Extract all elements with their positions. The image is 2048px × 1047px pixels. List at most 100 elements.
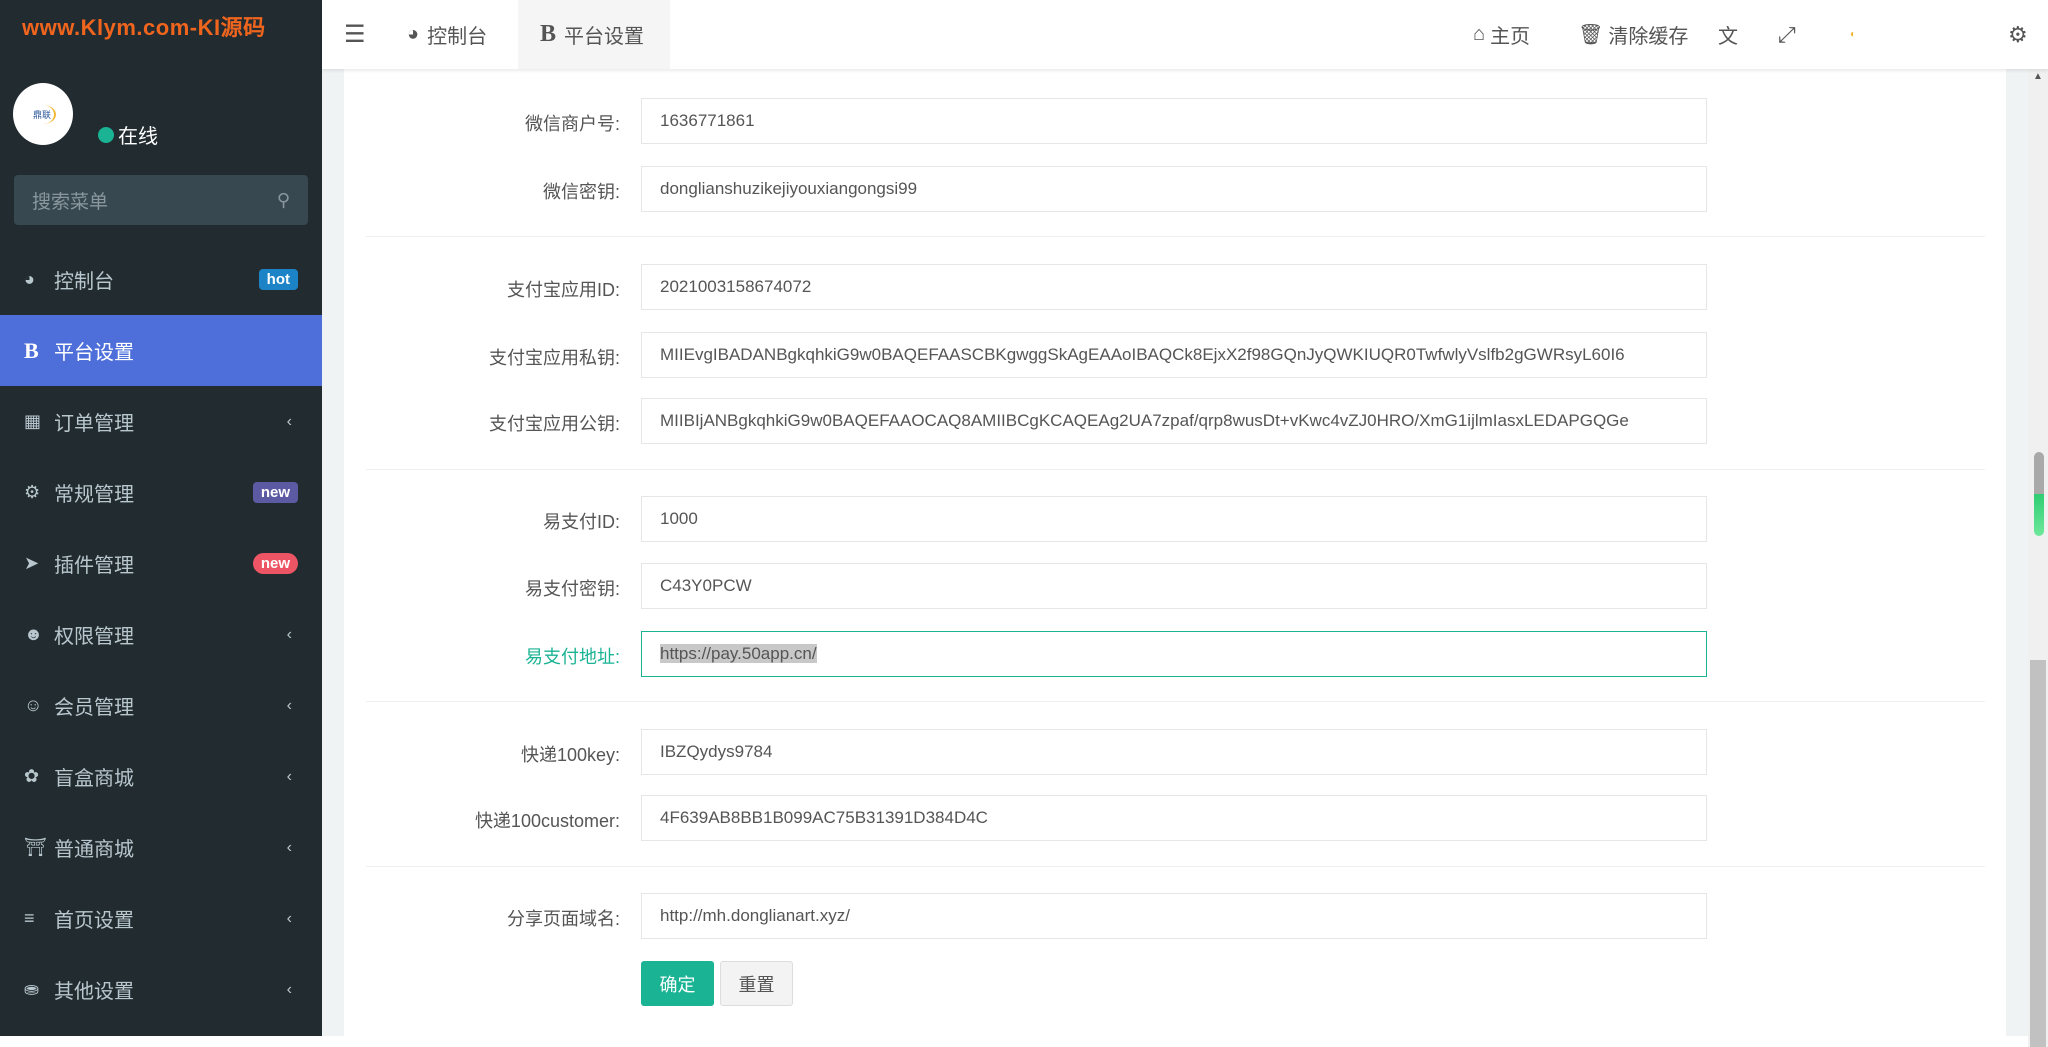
sidebar-item-label: 平台设置 <box>54 342 134 364</box>
sidebar-item-label: 权限管理 <box>54 626 134 648</box>
field-label: 易支付ID: <box>542 512 620 532</box>
field-label: 易支付地址: <box>524 647 620 667</box>
field-label: 快递100customer: <box>474 811 620 831</box>
avatar[interactable]: 鼎联 <box>13 83 73 145</box>
calculator-icon: ▦ <box>24 411 42 431</box>
home-icon: ⌂ <box>1473 23 1486 45</box>
field-input[interactable]: C43Y0PCW <box>641 563 1707 609</box>
field-value: 1636771861 <box>660 111 755 130</box>
bold-b-icon: B <box>24 337 39 363</box>
user-circle-icon: ☺ <box>24 695 43 715</box>
settings-form: 微信商户号: 1636771861 微信密钥: donglianshuzikejiy… <box>344 69 2006 1036</box>
home-link[interactable]: ⌂ 主页 <box>1473 0 1530 69</box>
chevron-left-icon: ‹ <box>286 909 292 927</box>
tab-label: 控制台 <box>427 26 488 48</box>
sidebar-item-blindbox-mall[interactable]: ✿ 盲盒商城 ‹ <box>0 741 322 812</box>
sidebar-item-platform-settings[interactable]: B 平台设置 <box>0 315 322 386</box>
form-row: 支付宝应用ID: 2021003158674072 <box>344 264 2006 310</box>
chevron-left-icon: ‹ <box>286 412 292 430</box>
field-label: 快递100key: <box>520 745 620 765</box>
online-status: 在线 <box>98 120 158 149</box>
settings-gears-icon[interactable]: ⚙ <box>2008 0 2028 69</box>
status-text: 在线 <box>118 126 158 148</box>
reset-button[interactable]: 重置 <box>720 961 793 1006</box>
list-icon: ≡ <box>24 908 35 928</box>
sidebar-item-dashboard[interactable]: ◕ 控制台 hot <box>0 244 322 315</box>
section-divider <box>366 866 1985 867</box>
field-value: http://mh.donglianart.xyz/ <box>660 906 850 925</box>
field-input[interactable]: 1000 <box>641 496 1707 542</box>
form-row: 微信商户号: 1636771861 <box>344 98 2006 144</box>
section-divider <box>366 236 1985 237</box>
field-input[interactable]: 4F639AB8BB1B099AC75B31391D384D4C <box>641 795 1707 841</box>
form-row: 支付宝应用私钥: MIIEvgIBADANBgkqhkiG9w0BAQEFAASC… <box>344 332 2006 378</box>
sidebar-menu: ◕ 控制台 hot B 平台设置 ▦ 订单管理 ‹ ⚙ 常规管理 new ➤ 插件管理 new ☻… <box>0 244 322 1025</box>
top-header: ☰ ◕ 控制台 B 平台设置 ⌂ 主页 🗑 清除缓存 文 ⤢ ◐ ⚙ <box>322 0 2048 69</box>
tab-platform-settings[interactable]: B 平台设置 <box>518 0 670 69</box>
field-label: 分享页面域名: <box>506 909 620 929</box>
field-value: 4F639AB8BB1B099AC75B31391D384D4C <box>660 808 988 827</box>
user-avatar-icon[interactable]: ◐ <box>1850 0 1856 69</box>
sidebar-item-normal-mall[interactable]: ⛩ 普通商城 ‹ <box>0 812 322 883</box>
sidebar-item-label: 常规管理 <box>54 484 134 506</box>
form-row: 易支付ID: 1000 <box>344 496 2006 542</box>
hamburger-menu-icon[interactable]: ☰ <box>344 20 366 49</box>
chevron-left-icon: ‹ <box>286 838 292 856</box>
new-badge: new <box>252 553 298 574</box>
users-icon: ☻ <box>24 624 43 644</box>
form-row: 易支付地址: https://pay.50app.cn/ <box>344 631 2006 677</box>
translate-icon[interactable]: 文 <box>1718 0 1738 69</box>
field-input[interactable]: MIIBIjANBgkqhkiG9w0BAQEFAAOCAQ8AMIIBCgKC… <box>641 398 1707 444</box>
floating-widget-icon[interactable] <box>2034 452 2044 536</box>
field-value: C43Y0PCW <box>660 576 752 595</box>
chevron-left-icon: ‹ <box>286 767 292 785</box>
form-row: 易支付密钥: C43Y0PCW <box>344 563 2006 609</box>
bank-icon: ⛩ <box>24 837 47 857</box>
scrollbar-thumb[interactable] <box>2030 660 2046 1047</box>
fullscreen-icon[interactable]: ⤢ <box>1778 0 1796 69</box>
menu-search-input[interactable]: 搜索菜单 ⚲ <box>14 175 308 225</box>
search-icon[interactable]: ⚲ <box>277 190 290 211</box>
form-row: 分享页面域名: http://mh.donglianart.xyz/ <box>344 893 2006 939</box>
watermark: www.Klym.com-KI源码 <box>22 15 266 40</box>
field-label: 支付宝应用ID: <box>506 280 620 300</box>
field-input[interactable]: http://mh.donglianart.xyz/ <box>641 893 1707 939</box>
sidebar-item-members[interactable]: ☺ 会员管理 ‹ <box>0 670 322 741</box>
tab-label: 平台设置 <box>564 26 645 48</box>
field-label: 微信商户号: <box>524 114 620 134</box>
field-input[interactable]: MIIEvgIBADANBgkqhkiG9w0BAQEFAASCBKgwggSk… <box>641 332 1707 378</box>
sidebar-item-label: 订单管理 <box>54 413 134 435</box>
field-value: 1000 <box>660 509 698 528</box>
sidebar-item-general[interactable]: ⚙ 常规管理 new <box>0 457 322 528</box>
form-row: 快递100customer: 4F639AB8BB1B099AC75B31391D… <box>344 795 2006 841</box>
hot-badge: hot <box>258 269 298 290</box>
dashboard-icon: ◕ <box>24 269 35 289</box>
sidebar-item-orders[interactable]: ▦ 订单管理 ‹ <box>0 386 322 457</box>
field-value: IBZQydys9784 <box>660 742 773 761</box>
page-scrollbar[interactable]: ▲ <box>2028 69 2048 1047</box>
field-value: donglianshuzikejiyouxiangongsi99 <box>660 179 918 198</box>
trash-icon: 🗑 <box>1578 24 1604 46</box>
submit-button[interactable]: 确定 <box>641 961 714 1006</box>
sidebar-item-home-settings[interactable]: ≡ 首页设置 ‹ <box>0 883 322 954</box>
sidebar-item-other-settings[interactable]: ⛂ 其他设置 ‹ <box>0 954 322 1025</box>
field-input[interactable]: donglianshuzikejiyouxiangongsi99 <box>641 166 1707 212</box>
field-input[interactable]: https://pay.50app.cn/ <box>641 631 1707 677</box>
cogs-icon: ⚙ <box>24 482 41 502</box>
field-input[interactable]: 1636771861 <box>641 98 1707 144</box>
field-label: 微信密钥: <box>542 182 620 202</box>
field-value: https://pay.50app.cn/ <box>660 644 817 663</box>
sidebar-item-plugins[interactable]: ➤ 插件管理 new <box>0 528 322 599</box>
tab-dashboard[interactable]: ◕ 控制台 <box>407 0 517 69</box>
section-divider <box>366 469 1985 470</box>
field-input[interactable]: IBZQydys9784 <box>641 729 1707 775</box>
sidebar-item-label: 会员管理 <box>54 697 134 719</box>
online-dot-icon <box>98 126 114 143</box>
field-input[interactable]: 2021003158674072 <box>641 264 1707 310</box>
sidebar-item-permissions[interactable]: ☻ 权限管理 ‹ <box>0 599 322 670</box>
new-badge: new <box>252 482 298 503</box>
scroll-up-arrow-icon[interactable]: ▲ <box>2033 71 2043 82</box>
clear-cache-button[interactable]: 🗑 清除缓存 <box>1578 0 1688 69</box>
field-label: 支付宝应用私钥: <box>488 348 620 368</box>
avatar-logo: 鼎联 <box>30 104 56 124</box>
